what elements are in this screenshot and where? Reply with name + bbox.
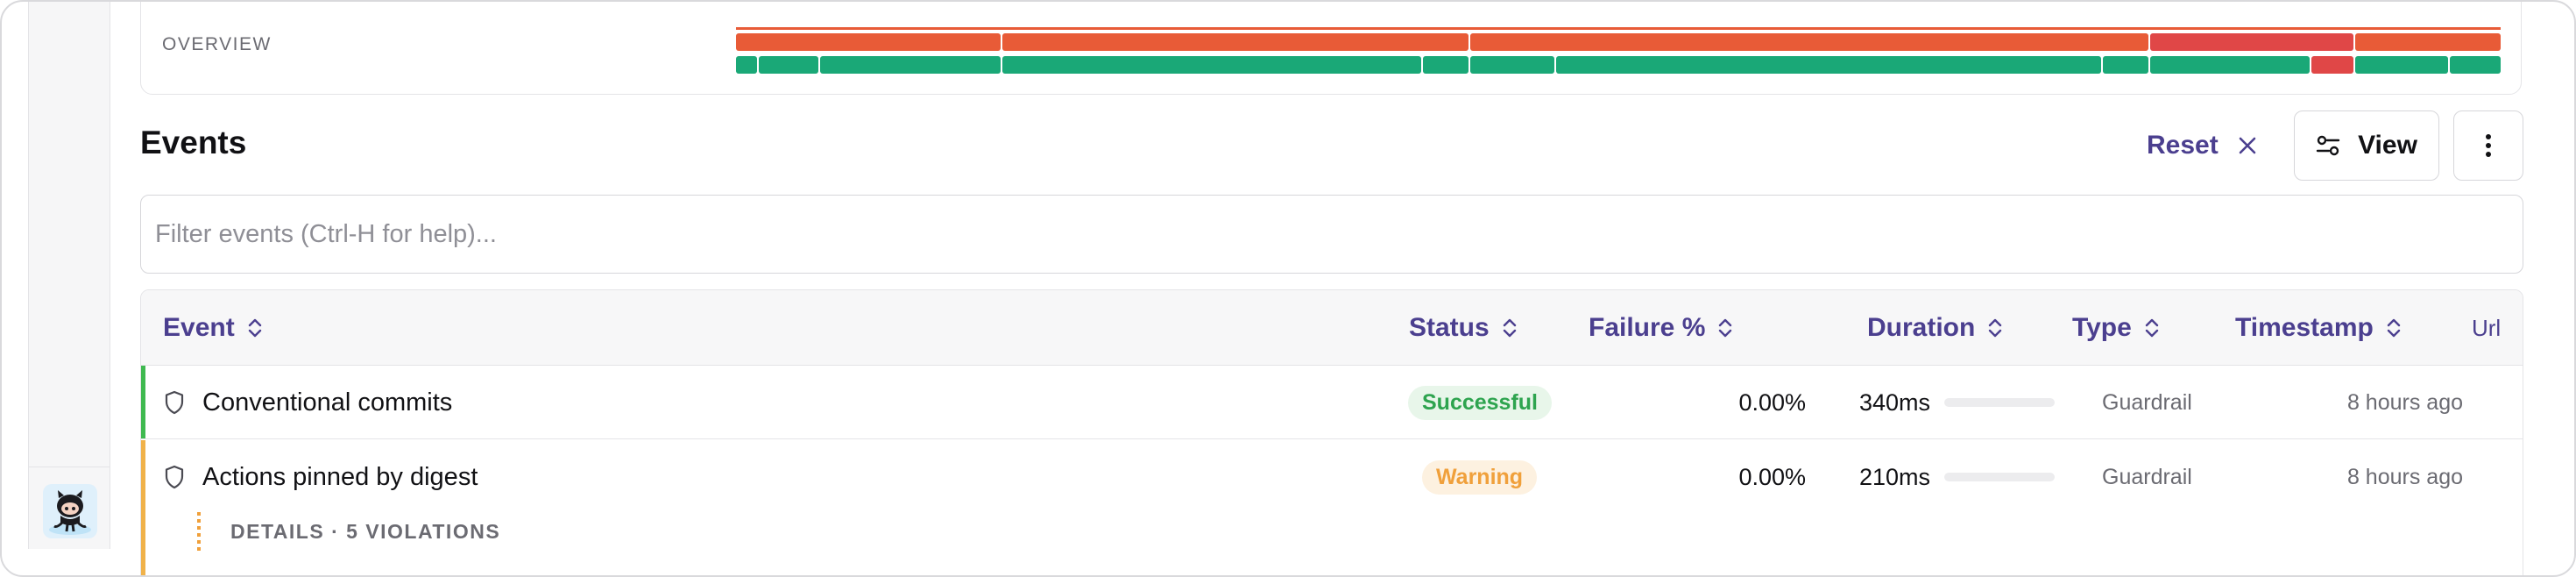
duration-value: 210ms bbox=[1858, 463, 1930, 490]
failure-cell: 0.00% bbox=[1738, 463, 1806, 490]
column-header-status[interactable]: Status bbox=[1409, 290, 1518, 366]
sliders-icon bbox=[2316, 135, 2340, 156]
column-header-label: Timestamp bbox=[2235, 313, 2374, 342]
timeline-segment[interactable] bbox=[1423, 56, 1468, 74]
column-header-label: Event bbox=[163, 313, 235, 342]
timestamp-cell: 8 hours ago bbox=[2346, 464, 2463, 489]
sort-icon bbox=[1503, 318, 1516, 338]
sort-icon bbox=[2387, 318, 2401, 338]
timeline-segment[interactable] bbox=[1470, 33, 2148, 51]
event-name[interactable]: Conventional commits bbox=[202, 388, 452, 417]
timeline-segment[interactable] bbox=[2150, 56, 2310, 74]
status-badge: Successful bbox=[1408, 385, 1553, 420]
event-name[interactable]: Actions pinned by digest bbox=[202, 463, 478, 492]
event-cell: Conventional commits bbox=[164, 366, 452, 439]
column-header-label: Url bbox=[2472, 314, 2502, 341]
timeline-segment[interactable] bbox=[2355, 56, 2448, 74]
shield-icon bbox=[165, 390, 184, 415]
more-options-button[interactable] bbox=[2453, 110, 2523, 181]
status-badge: Warning bbox=[1422, 459, 1538, 495]
timeline-segment[interactable] bbox=[2103, 56, 2148, 74]
duration-bar bbox=[1944, 398, 2055, 407]
events-table: Event Status Failure % Duration Type Tim… bbox=[140, 289, 2523, 575]
sidebar-rail bbox=[28, 2, 110, 549]
status-cell: Successful bbox=[1408, 366, 1627, 439]
reset-label: Reset bbox=[2147, 131, 2219, 160]
timeline-segment[interactable] bbox=[2355, 33, 2501, 51]
timeline-segment[interactable] bbox=[1470, 56, 1554, 74]
timestamp-cell: 8 hours ago bbox=[2346, 389, 2463, 415]
status-cell: Warning bbox=[1408, 440, 1627, 514]
column-header-type[interactable]: Type bbox=[2072, 290, 2160, 366]
table-row[interactable]: Conventional commits Successful 0.00% 34… bbox=[141, 366, 2523, 439]
shield-icon bbox=[165, 465, 184, 489]
timeline-segment[interactable] bbox=[2311, 56, 2353, 74]
events-title: Events bbox=[140, 125, 247, 160]
duration-cell: 340ms bbox=[1834, 366, 2055, 439]
timeline-segment[interactable] bbox=[2150, 33, 2353, 51]
sort-icon bbox=[1989, 318, 2002, 338]
timeline-segment[interactable] bbox=[2450, 56, 2501, 74]
type-cell: Guardrail bbox=[2102, 464, 2192, 489]
duration-cell: 210ms bbox=[1834, 440, 2055, 514]
table-row[interactable]: Actions pinned by digest Warning 0.00% 2… bbox=[141, 440, 2523, 575]
failure-cell: 0.00% bbox=[1738, 388, 1806, 416]
row-status-accent bbox=[141, 366, 145, 438]
details-label: DETAILS · 5 VIOLATIONS bbox=[230, 519, 501, 543]
type-cell: Guardrail bbox=[2102, 389, 2192, 415]
timeline-segment[interactable] bbox=[1002, 33, 1468, 51]
overview-label: OVERVIEW bbox=[162, 34, 272, 54]
timeline-segment[interactable] bbox=[1556, 56, 2101, 74]
reset-button[interactable]: Reset bbox=[2147, 125, 2257, 167]
column-header-event[interactable]: Event bbox=[163, 290, 263, 366]
column-header-duration[interactable]: Duration bbox=[1867, 290, 2003, 366]
duration-value: 340ms bbox=[1858, 388, 1930, 416]
sort-icon bbox=[2145, 318, 2158, 338]
view-label: View bbox=[2358, 131, 2417, 160]
app-window: OVERVIEW Events Reset View Filter events… bbox=[0, 0, 2576, 577]
timeline-row-upper bbox=[736, 33, 2501, 51]
column-header-timestamp[interactable]: Timestamp bbox=[2235, 290, 2402, 366]
column-header-label: Failure % bbox=[1589, 313, 1706, 342]
close-icon bbox=[2239, 137, 2256, 154]
event-cell: Actions pinned by digest bbox=[164, 440, 478, 514]
timeline-segment[interactable] bbox=[759, 56, 818, 74]
vertical-dots-icon bbox=[2486, 134, 2491, 157]
column-header-label: Status bbox=[1409, 313, 1490, 342]
octocat-icon bbox=[49, 490, 91, 535]
column-header-label: Type bbox=[2072, 313, 2132, 342]
column-header-failure[interactable]: Failure % bbox=[1589, 290, 1733, 366]
violation-details[interactable]: DETAILS · 5 VIOLATIONS bbox=[197, 510, 500, 552]
view-button[interactable]: View bbox=[2294, 110, 2439, 181]
duration-bar bbox=[1944, 473, 2055, 481]
filter-events-input[interactable] bbox=[140, 195, 2523, 274]
timeline-top-line bbox=[736, 27, 2501, 30]
sort-icon bbox=[248, 318, 261, 338]
timeline-segment[interactable] bbox=[736, 56, 757, 74]
row-status-accent bbox=[141, 440, 145, 575]
timeline-row-lower bbox=[736, 56, 2501, 74]
timeline-segment[interactable] bbox=[1002, 56, 1421, 74]
column-header-url[interactable]: Url bbox=[2472, 290, 2501, 366]
details-connector bbox=[197, 512, 201, 552]
table-header: Event Status Failure % Duration Type Tim… bbox=[141, 290, 2523, 366]
timeline-segment[interactable] bbox=[736, 33, 1001, 51]
column-header-label: Duration bbox=[1867, 313, 1976, 342]
sort-icon bbox=[1719, 318, 1732, 338]
timeline-segment[interactable] bbox=[820, 56, 1001, 74]
user-avatar[interactable] bbox=[43, 484, 97, 538]
